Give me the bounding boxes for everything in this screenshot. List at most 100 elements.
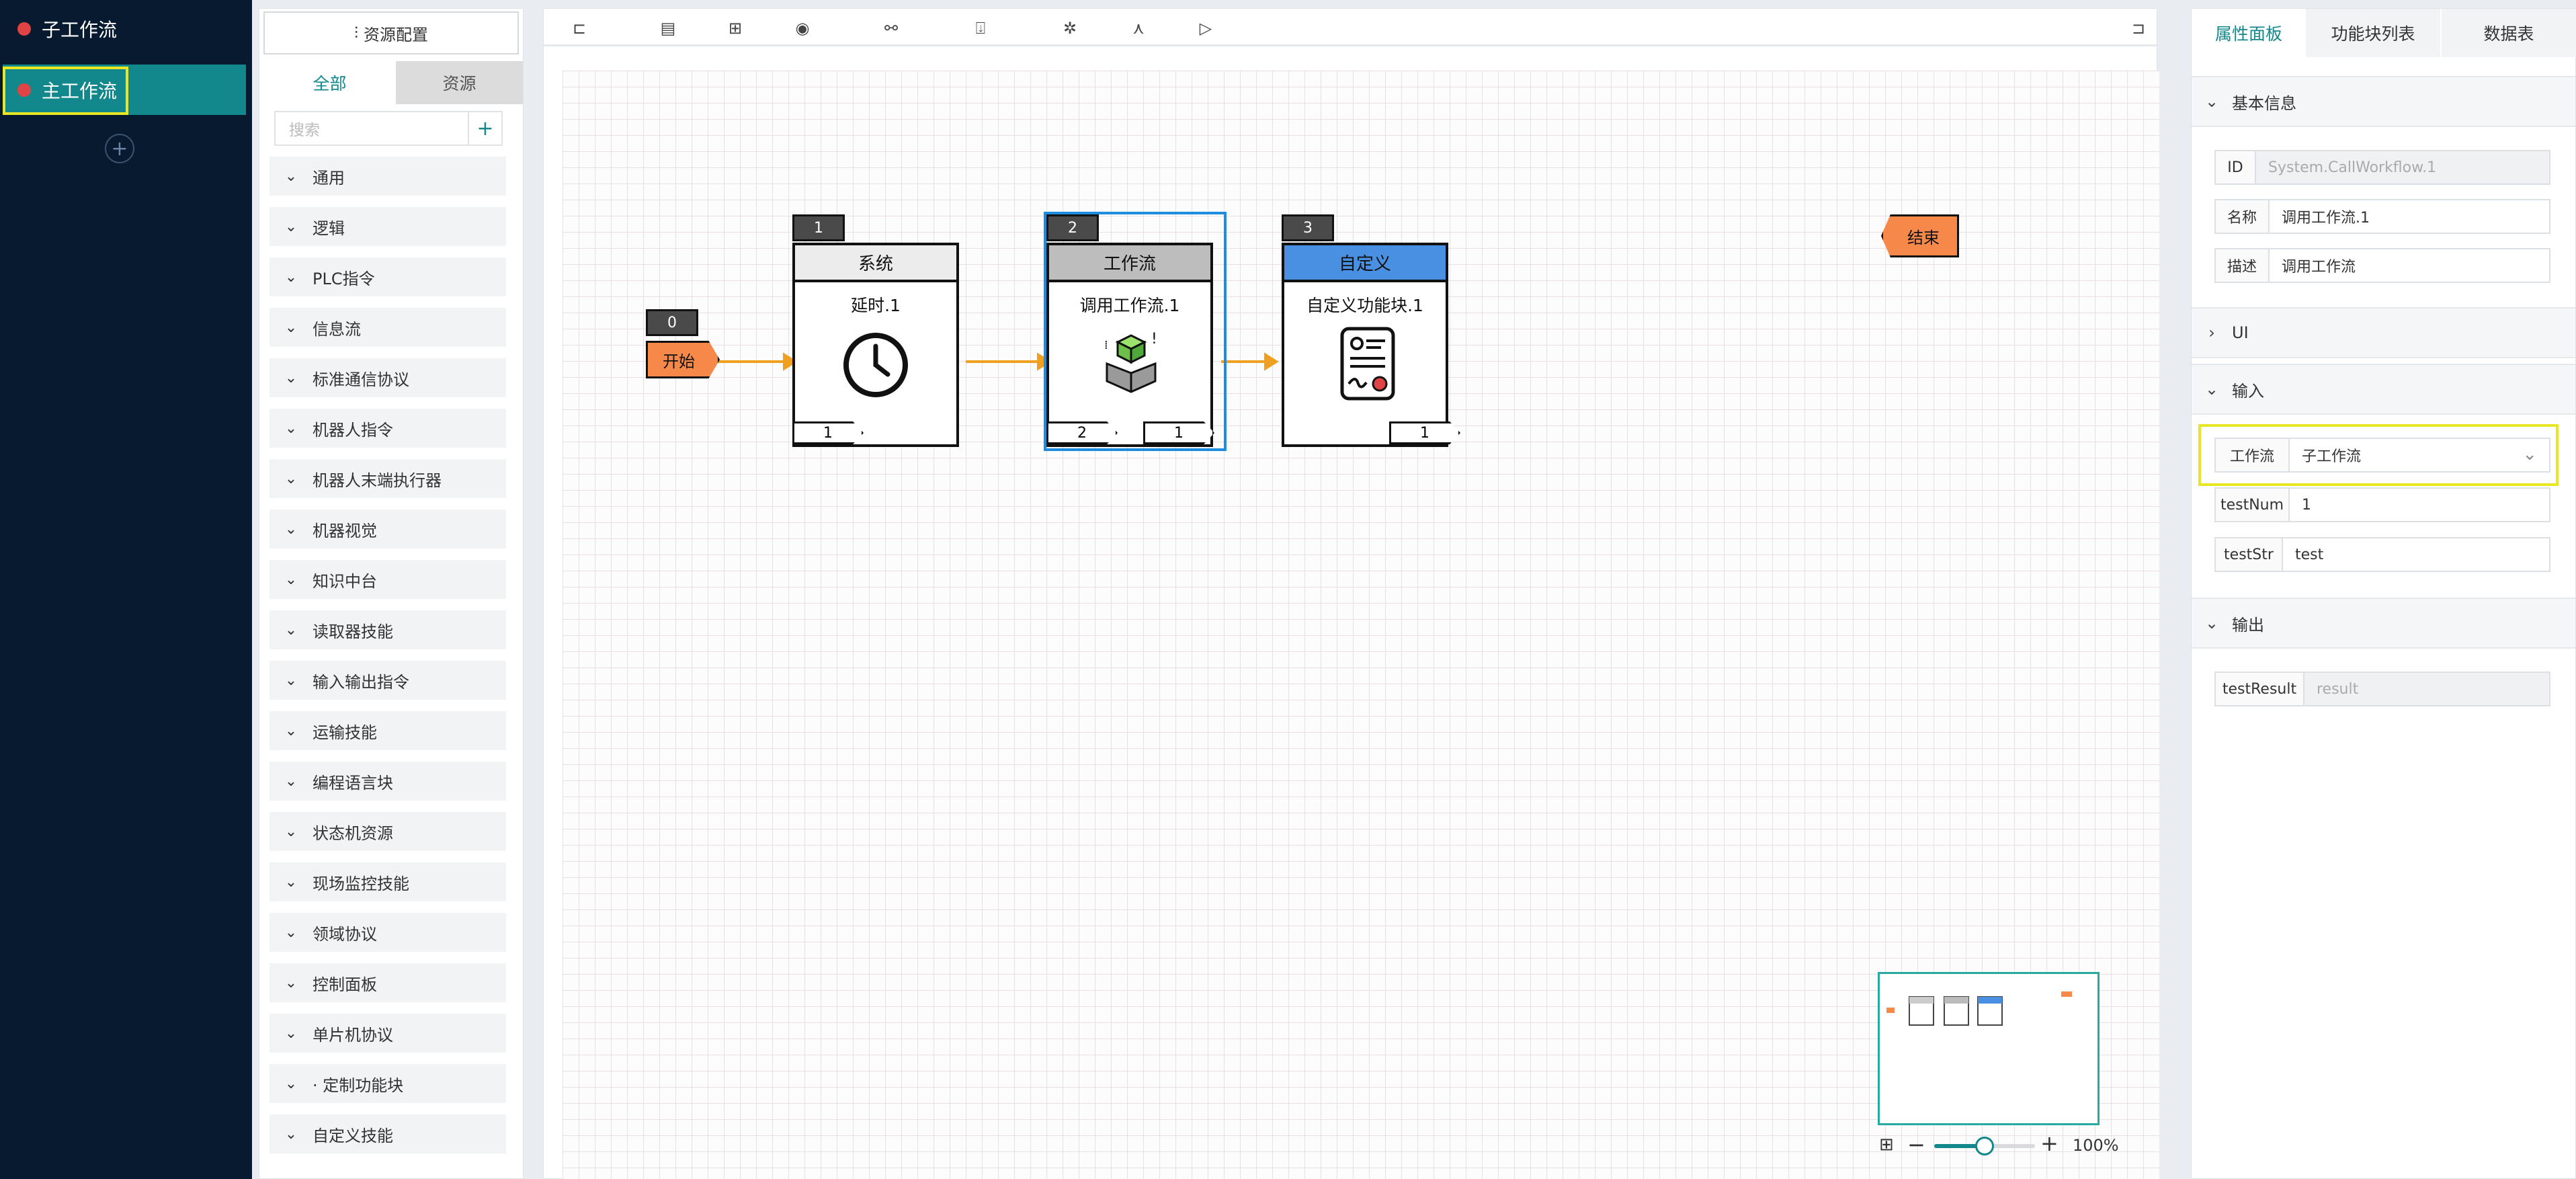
zoom-in-button[interactable]: + (2040, 1131, 2059, 1156)
chevron-down-icon: ⌄ (284, 974, 298, 991)
zoom-slider-handle[interactable] (1975, 1137, 1994, 1155)
category-item[interactable]: ⌄ 控制面板 (269, 963, 506, 1002)
graph-icon[interactable]: ⋏ (1128, 18, 1149, 38)
start-node[interactable]: 开始 (646, 341, 720, 378)
category-item[interactable]: ⌄ 自定义技能 (269, 1114, 506, 1153)
section-output[interactable]: ⌄ 输出 (2192, 598, 2575, 649)
category-label: 通用 (313, 168, 345, 188)
chevron-down-icon: ⌄ (284, 621, 298, 639)
node-call-workflow[interactable]: 工作流 调用工作流.1 ! ⁞ 2 1 (1046, 243, 1214, 447)
eye-icon[interactable]: ◉ (792, 18, 813, 38)
node-custom[interactable]: 自定义 自定义功能块.1 1 (1282, 243, 1460, 447)
category-item[interactable]: ⌄ 机器人指令 (269, 409, 506, 448)
chevron-down-icon: ⌄ (284, 470, 298, 487)
desc-field[interactable]: 描述 调用工作流 (2214, 248, 2550, 283)
category-label: 输入输出指令 (313, 672, 409, 692)
category-label: 标准通信协议 (313, 370, 409, 389)
category-item[interactable]: ⌄ · 定制功能块 (269, 1064, 506, 1103)
category-item[interactable]: ⌄ 机器人末端执行器 (269, 459, 506, 498)
minimap[interactable] (1878, 972, 2100, 1125)
debug-icon[interactable]: ✲ (1060, 18, 1080, 38)
collapse-right-icon[interactable]: ⊐ (2128, 18, 2149, 38)
category-item[interactable]: ⌄ 逻辑 (269, 207, 506, 246)
workflow-sidebar: 子工作流 主工作流 + (0, 0, 252, 1179)
save-icon[interactable]: ▤ (658, 18, 678, 38)
chevron-down-icon: ⌄ (2522, 444, 2537, 464)
collapse-left-icon[interactable]: ⊏ (569, 18, 589, 38)
edge-arrow (1264, 352, 1279, 371)
category-item[interactable]: ⌄ 编程语言块 (269, 762, 506, 801)
status-dot (17, 83, 31, 97)
chevron-down-icon: ⌄ (284, 1024, 298, 1042)
tab-properties[interactable]: 属性面板 (2192, 9, 2306, 57)
category-label: 读取器技能 (313, 622, 393, 641)
category-item[interactable]: ⌄ PLC指令 (269, 257, 506, 296)
node-name: 调用工作流.1 (1079, 296, 1180, 315)
node-delay[interactable]: 系统 延时.1 1 (792, 243, 959, 447)
port-out[interactable]: 1 (792, 421, 864, 444)
export-icon[interactable]: ⍗ (970, 18, 991, 38)
search-input[interactable]: 搜索 (274, 111, 469, 146)
zoom-out-button[interactable]: − (1907, 1132, 1925, 1157)
chevron-down-icon: ⌄ (284, 1075, 298, 1092)
category-item[interactable]: ⌄ 机器视觉 (269, 510, 506, 548)
tab-resources[interactable]: 资源 (396, 61, 523, 104)
category-label: 机器视觉 (313, 521, 377, 540)
workflow-item-main[interactable]: 主工作流 (3, 65, 246, 115)
test-str-field[interactable]: testStr test (2214, 537, 2550, 572)
name-field[interactable]: 名称 调用工作流.1 (2214, 199, 2550, 234)
field-value[interactable]: 1 (2290, 489, 2549, 521)
fit-view-icon[interactable]: ⊞ (1879, 1135, 1894, 1155)
category-item[interactable]: ⌄ 输入输出指令 (269, 661, 506, 700)
category-item[interactable]: ⌄ 信息流 (269, 308, 506, 347)
resource-panel: ⫶ 资源配置 全部 资源 搜索 + ⌄ 通用 ⌄ 逻辑 ⌄ PLC指令 ⌄ 信息流 ⌄ 标准通信协… (259, 8, 524, 1179)
tab-block-list[interactable]: 功能块列表 (2306, 9, 2440, 57)
section-ui[interactable]: › UI (2192, 307, 2575, 358)
category-item[interactable]: ⌄ 读取器技能 (269, 610, 506, 649)
node-category: 自定义 (1284, 245, 1446, 282)
field-label: testStr (2216, 538, 2283, 571)
section-input[interactable]: ⌄ 输入 (2192, 364, 2575, 415)
category-item[interactable]: ⌄ 状态机资源 (269, 812, 506, 851)
workflow-item-sub[interactable]: 子工作流 (0, 3, 249, 55)
category-item[interactable]: ⌄ 现场监控技能 (269, 862, 506, 901)
grid-layout-icon[interactable]: ⊞ (725, 18, 745, 38)
field-value[interactable]: 调用工作流 (2270, 249, 2549, 282)
workflow-select[interactable]: 工作流 子工作流 ⌄ (2214, 438, 2550, 473)
port-out[interactable]: 2 (1046, 421, 1118, 444)
field-value[interactable]: 子工作流 (2290, 439, 2549, 471)
tab-all[interactable]: 全部 (263, 61, 396, 104)
chevron-down-icon: ⌄ (284, 319, 298, 336)
category-item[interactable]: ⌄ 领域协议 (269, 913, 506, 952)
chevron-down-icon: ⌄ (284, 218, 298, 235)
category-label: 信息流 (313, 319, 361, 339)
section-basic-info[interactable]: ⌄ 基本信息 (2192, 76, 2575, 127)
tab-data-table[interactable]: 数据表 (2442, 9, 2576, 57)
field-label: testResult (2216, 673, 2304, 705)
resource-config-button[interactable]: ⫶ 资源配置 (263, 11, 519, 54)
run-icon[interactable]: ▷ (1196, 18, 1216, 38)
port-out[interactable]: 1 (1389, 421, 1460, 444)
link-icon[interactable]: ⚯ (881, 18, 901, 38)
zoom-slider[interactable] (1934, 1137, 2035, 1155)
field-value[interactable]: test (2283, 538, 2549, 571)
add-workflow-button[interactable]: + (105, 134, 134, 163)
category-item[interactable]: ⌄ 运输技能 (269, 711, 506, 750)
chevron-down-icon: ⌄ (284, 419, 298, 437)
port-out[interactable]: 1 (1143, 421, 1214, 444)
end-node[interactable]: 结束 (1881, 214, 1959, 257)
category-item[interactable]: ⌄ 知识中台 (269, 560, 506, 599)
field-label: testNum (2216, 489, 2290, 521)
category-item[interactable]: ⌄ 标准通信协议 (269, 358, 506, 397)
node-index: 2 (1046, 214, 1099, 241)
status-dot (17, 22, 31, 36)
category-item[interactable]: ⌄ 通用 (269, 157, 506, 196)
add-resource-button[interactable]: + (469, 111, 503, 146)
field-value[interactable]: 调用工作流.1 (2270, 200, 2549, 233)
node-name: 延时.1 (851, 296, 901, 315)
test-num-field[interactable]: testNum 1 (2214, 487, 2550, 522)
node-index: 0 (646, 309, 698, 336)
category-item[interactable]: ⌄ 单片机协议 (269, 1014, 506, 1053)
category-label: 机器人指令 (313, 420, 393, 440)
plus-icon: + (111, 136, 128, 161)
